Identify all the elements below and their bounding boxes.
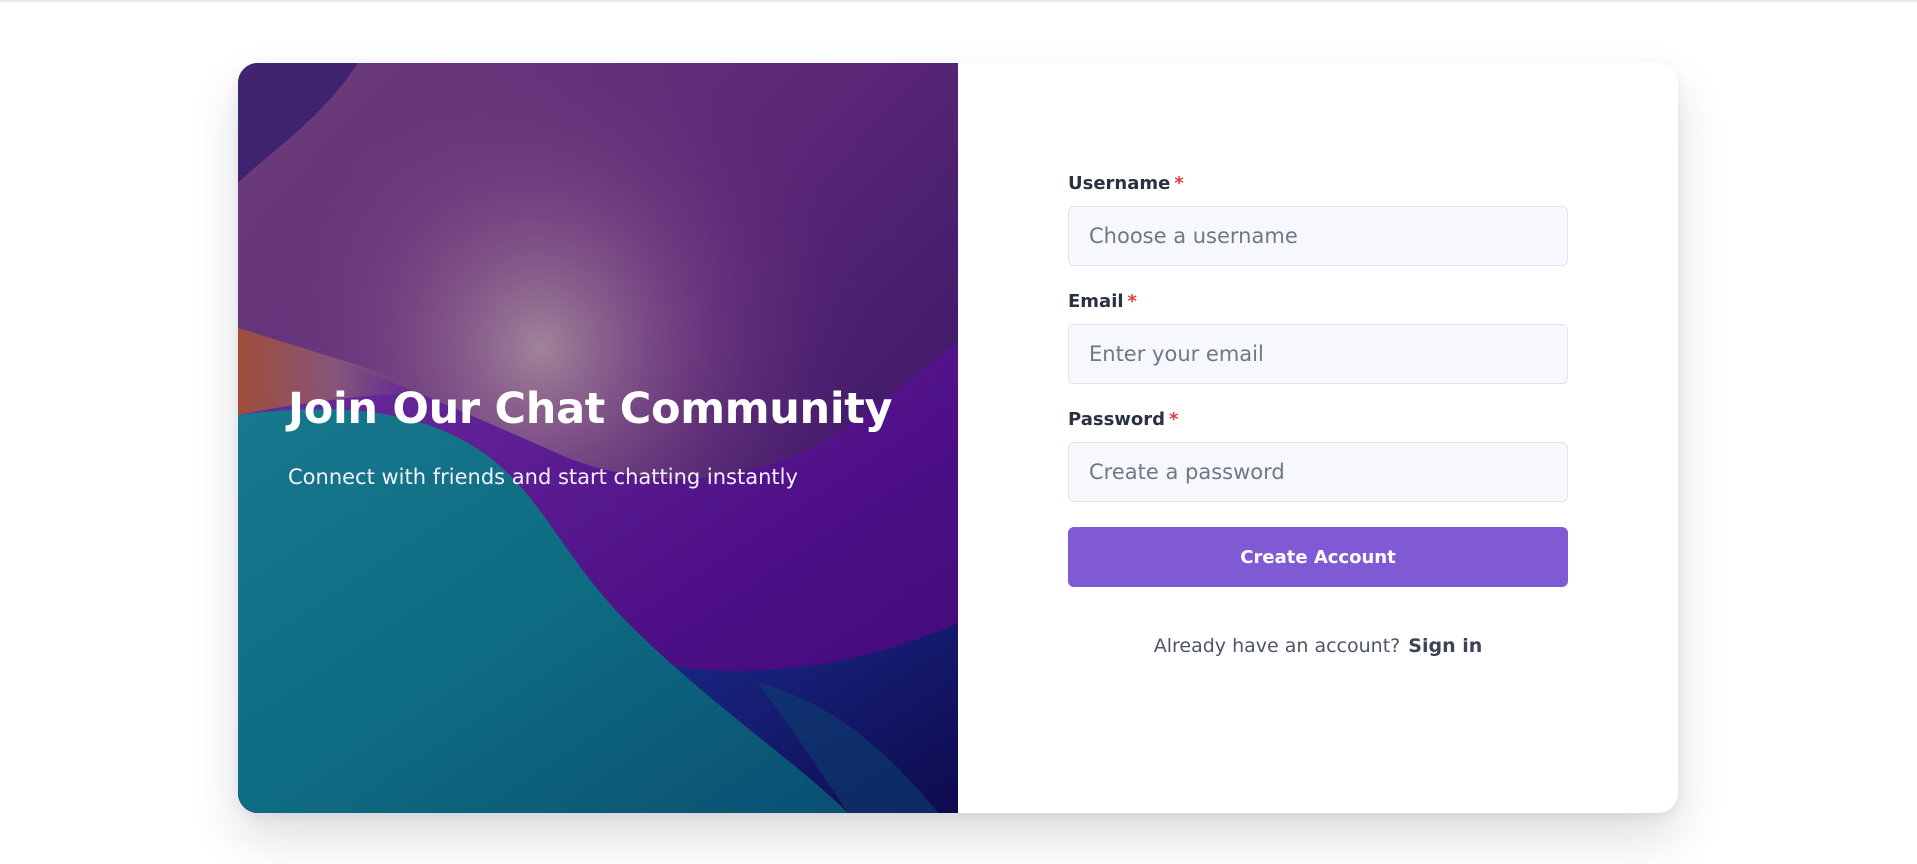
username-label: Username * [1068,173,1568,195]
username-label-text: Username [1068,173,1171,194]
signin-prompt: Already have an account? [1153,635,1401,657]
password-label: Password * [1068,409,1568,431]
hero-panel: Join Our Chat Community Connect with fri… [238,63,958,813]
signup-card: Join Our Chat Community Connect with fri… [238,63,1678,813]
signup-form: Username* Email* Password* Create Accoun… [1068,173,1568,657]
password-label-text: Password [1068,409,1166,430]
required-asterisk: * [1174,173,1184,194]
hero-text-block: Join Our Chat Community Connect with fri… [288,384,893,492]
password-field-group: Password * [1068,409,1568,502]
password-input[interactable] [1068,442,1568,502]
username-field-group: Username * [1068,173,1568,266]
signin-link[interactable]: Sign in [1408,635,1482,657]
username-input[interactable] [1068,206,1568,266]
email-field-group: Email * [1068,291,1568,384]
required-asterisk: * [1169,409,1179,430]
email-label-text: Email [1068,291,1124,312]
create-account-button[interactable]: Create Account [1068,527,1568,587]
email-label: Email * [1068,291,1568,313]
required-asterisk: * [1127,291,1137,312]
signin-row: Already have an account? Sign in [1068,635,1568,657]
form-panel: Username* Email* Password* Create Accoun… [958,63,1678,813]
hero-subtitle: Connect with friends and start chatting … [288,465,798,490]
email-input[interactable] [1068,324,1568,384]
page-top-border [0,0,1917,2]
hero-title: Join Our Chat Community [288,384,893,434]
